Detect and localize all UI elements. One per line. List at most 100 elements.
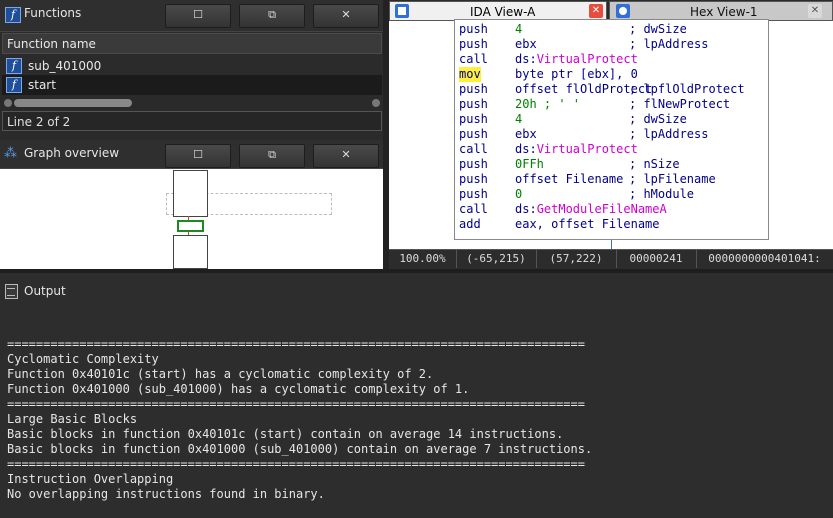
close-icon[interactable]: ✕ xyxy=(808,4,822,18)
asm-line[interactable]: push offset flOldProtect; lpflOldProtect xyxy=(459,82,764,97)
output-line: Large Basic Blocks xyxy=(7,412,138,426)
column-header-label: Function name xyxy=(7,37,96,51)
output-line: Instruction Overlapping xyxy=(7,472,174,486)
scroll-right-arrow[interactable] xyxy=(372,99,380,107)
asm-operand-prefix: ds: xyxy=(515,52,537,66)
function-icon: f xyxy=(6,58,22,74)
output-line: ========================================… xyxy=(7,397,585,411)
restore-button[interactable]: ☐ xyxy=(165,4,231,28)
asm-comment: ; lpAddress xyxy=(629,127,709,141)
close-icon[interactable]: ✕ xyxy=(589,4,603,18)
asm-line[interactable]: mov byte ptr [ebx], 0 xyxy=(459,67,764,82)
scroll-thumb[interactable] xyxy=(14,99,132,107)
asm-line[interactable]: push 0 ; hModule xyxy=(459,187,764,202)
asm-line[interactable]: add eax, offset Filename xyxy=(459,217,764,232)
asm-mnemonic: push xyxy=(459,22,488,36)
asm-operand: ebx xyxy=(515,127,537,142)
graph-overview-canvas[interactable] xyxy=(0,169,383,269)
asm-import-name[interactable]: GetModuleFileNameA xyxy=(537,202,667,216)
asm-operand: eax, offset Filename xyxy=(515,217,660,232)
asm-mnemonic: add xyxy=(459,217,481,231)
graph-node[interactable] xyxy=(173,235,208,269)
output-line: No overlapping instructions found in bin… xyxy=(7,487,325,501)
asm-operand-text: 20h ; ' ' xyxy=(515,97,581,111)
graph-node[interactable] xyxy=(177,220,204,232)
zoom-level: 100.00% xyxy=(389,250,457,268)
asm-mnemonic: mov xyxy=(459,67,481,82)
asm-mnemonic: push xyxy=(459,37,488,51)
asm-line[interactable]: call ds:VirtualProtect xyxy=(459,142,764,157)
functions-pane-title: Functions xyxy=(24,6,82,20)
output-line: ========================================… xyxy=(7,337,585,351)
function-name-column-header[interactable]: Function name xyxy=(2,33,382,54)
asm-comment: ; dwSize xyxy=(629,22,687,36)
close-button[interactable]: ✕ xyxy=(313,144,379,168)
asm-mnemonic: push xyxy=(459,127,488,141)
output-line: Basic blocks in function 0x401000 (sub_4… xyxy=(7,442,593,456)
function-row-label: sub_401000 xyxy=(28,59,102,73)
asm-comment: ; nSize xyxy=(629,157,680,171)
close-button[interactable]: ✕ xyxy=(313,4,379,28)
asm-line[interactable]: push ebx ; lpAddress xyxy=(459,37,764,52)
asm-line[interactable]: push 4 ; dwSize xyxy=(459,22,764,37)
asm-mnemonic: push xyxy=(459,97,488,111)
asm-operand: 4 xyxy=(515,112,522,127)
function-row[interactable]: f sub_401000 xyxy=(2,56,382,76)
asm-import-name[interactable]: VirtualProtect xyxy=(537,52,638,66)
output-line: Basic blocks in function 0x40101c (start… xyxy=(7,427,564,441)
scroll-left-arrow[interactable] xyxy=(4,99,12,107)
asm-line[interactable]: push 0FFh ; nSize xyxy=(459,157,764,172)
functions-scrollbar[interactable] xyxy=(2,97,382,109)
asm-comment: ; flNewProtect xyxy=(629,97,731,111)
float-button[interactable]: ⧉ xyxy=(239,4,305,28)
asm-line[interactable]: call ds:GetModuleFileNameA xyxy=(459,202,764,217)
disassembly-block[interactable]: push 4; dwSize push ebx; lpAddress call ds:Vi… xyxy=(454,19,769,240)
output-line: Function 0x40101c (start) has a cyclomat… xyxy=(7,367,434,381)
restore-button[interactable]: ☐ xyxy=(165,144,231,168)
asm-line[interactable]: push ebx ; lpAddress xyxy=(459,127,764,142)
function-icon: f xyxy=(5,7,21,23)
asm-mnemonic: push xyxy=(459,82,488,96)
asm-line[interactable]: push 20h ; ' ' ; flNewProtect xyxy=(459,97,764,112)
graph-edge xyxy=(188,216,189,220)
asm-operand: ebx xyxy=(515,37,537,52)
asm-mnemonic: push xyxy=(459,157,488,171)
asm-operand: 20h ; ' ' xyxy=(515,97,580,112)
graph-coords: (-65,215) xyxy=(456,250,537,268)
graph-overview-header: ⁂ Graph overview ☐ ⧉ ✕ xyxy=(0,140,383,169)
asm-mnemonic: call xyxy=(459,202,488,216)
asm-operand-text: ebx xyxy=(515,127,537,141)
address-readout: 0000000000401041: xyxy=(708,252,821,265)
graph-overview-icon: ⁂ xyxy=(4,146,17,161)
asm-operand: ds:GetModuleFileNameA xyxy=(515,202,667,217)
tab-ida-view[interactable]: IDA View-A ✕ xyxy=(389,1,607,21)
asm-line[interactable]: push 4 ; dwSize xyxy=(459,112,764,127)
output-line: Function 0x401000 (sub_401000) has a cyc… xyxy=(7,382,470,396)
function-row-selected[interactable]: f start xyxy=(2,75,382,95)
asm-operand: ds:VirtualProtect xyxy=(515,52,638,67)
graph-node[interactable] xyxy=(173,170,208,217)
output-icon-lines xyxy=(7,288,15,296)
asm-import-name[interactable]: VirtualProtect xyxy=(537,142,638,156)
asm-operand-text: 4 xyxy=(515,22,523,36)
asm-operand-text: byte ptr [ebx], 0 xyxy=(515,67,638,81)
graph-edge xyxy=(611,240,612,249)
hex-view-icon-inner xyxy=(619,7,627,15)
node-coords: (57,222) xyxy=(536,250,617,268)
float-button[interactable]: ⧉ xyxy=(239,144,305,168)
asm-line[interactable]: call ds:VirtualProtect xyxy=(459,52,764,67)
tab-hex-view[interactable]: Hex View-1 ✕ xyxy=(609,1,833,21)
asm-mnemonic: push xyxy=(459,172,488,186)
output-text[interactable]: ========================================… xyxy=(0,337,833,518)
asm-operand: 4 xyxy=(515,22,522,37)
asm-operand: 0 xyxy=(515,187,522,202)
function-row-label: start xyxy=(28,78,56,92)
asm-comment: ; hModule xyxy=(629,187,695,201)
asm-operand: ds:VirtualProtect xyxy=(515,142,638,157)
asm-operand-text: 0 xyxy=(515,187,523,201)
file-offset: 00000241 xyxy=(616,250,697,268)
output-line: ========================================… xyxy=(7,457,585,471)
asm-operand-text: eax, offset Filename xyxy=(515,217,660,231)
asm-line[interactable]: push offset Filename ; lpFilename xyxy=(459,172,764,187)
asm-operand: byte ptr [ebx], 0 xyxy=(515,67,638,82)
